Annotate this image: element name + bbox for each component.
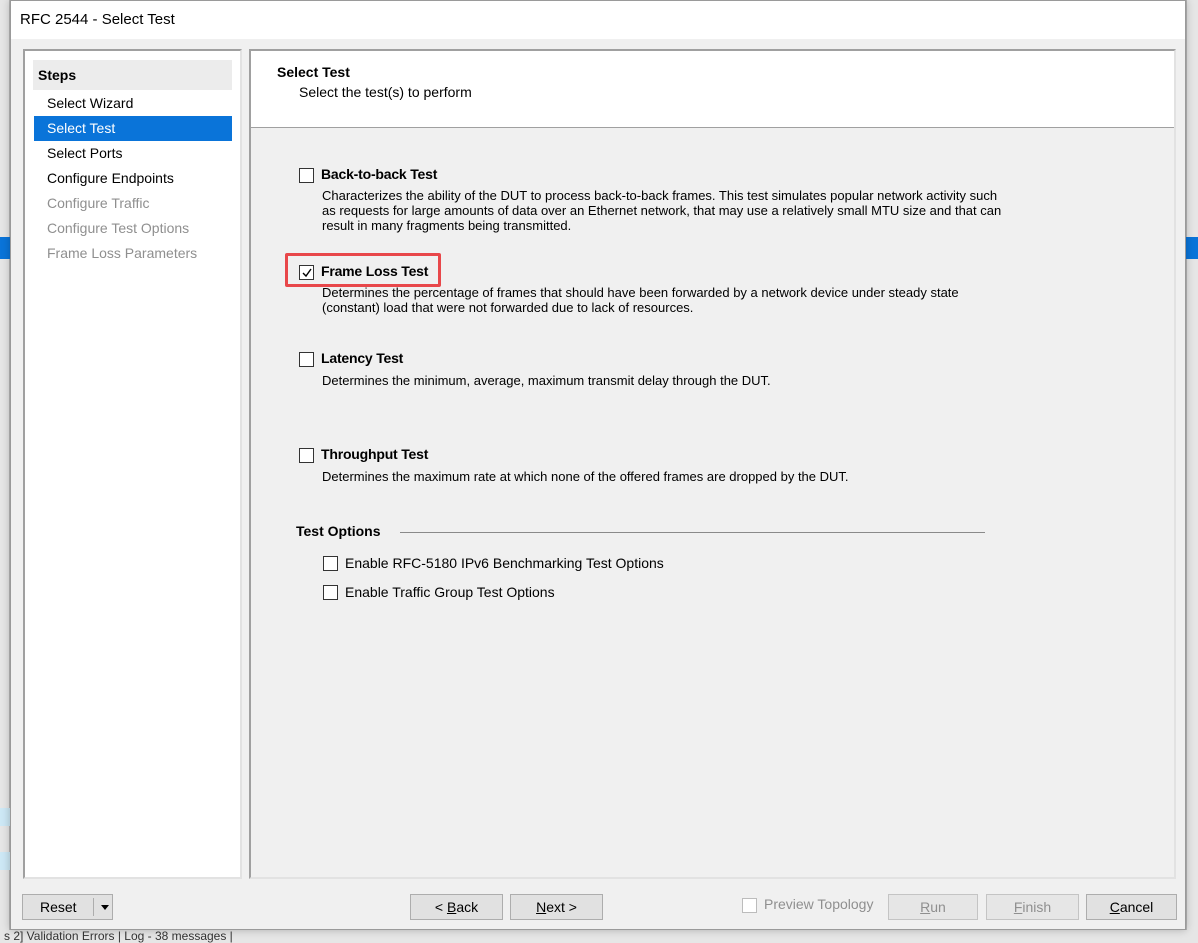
page-subtitle: Select the test(s) to perform [299,84,472,100]
checkmark-icon [302,268,312,278]
throughput-description: Determines the maximum rate at which non… [322,469,849,484]
background-status-bar: s 2] Validation Errors | Log - 38 messag… [0,930,1198,943]
traffic-group-checkbox[interactable] [323,585,338,600]
background-selected-row [0,237,10,259]
step-select-test[interactable]: Select Test [34,116,232,141]
step-configure-endpoints[interactable]: Configure Endpoints [34,166,232,191]
back-to-back-description: Characterizes the ability of the DUT to … [322,188,1002,233]
rfc2544-dialog: RFC 2544 - Select Test Steps Select Wiza… [10,0,1186,930]
reset-split-divider [93,898,94,916]
reset-split-button[interactable]: Reset [22,894,113,920]
step-select-ports[interactable]: Select Ports [34,141,232,166]
test-options-heading: Test Options [296,523,381,539]
chevron-down-icon[interactable] [101,905,109,910]
finish-button: Finish [986,894,1079,920]
background-highlight-row-2 [0,852,10,870]
back-to-back-label[interactable]: Back-to-back Test [321,166,437,182]
next-button[interactable]: Next > [510,894,603,920]
step-configure-traffic: Configure Traffic [47,195,150,211]
step-select-wizard[interactable]: Select Wizard [34,91,232,116]
latency-label[interactable]: Latency Test [321,350,403,366]
preview-topology-checkbox [742,898,757,913]
test-options-divider [400,532,985,533]
back-to-back-checkbox[interactable] [299,168,314,183]
page-title: Select Test [277,64,350,80]
back-button[interactable]: < Back [410,894,503,920]
cancel-button[interactable]: Cancel [1086,894,1177,920]
traffic-group-label[interactable]: Enable Traffic Group Test Options [345,584,555,600]
background-highlight-row [0,808,10,826]
background-right-edge [1186,0,1198,943]
preview-topology-label: Preview Topology [764,896,874,912]
run-button: Run [888,894,978,920]
reset-button-label[interactable]: Reset [40,899,77,915]
steps-panel: Steps Select Wizard Select Test Select P… [23,49,242,879]
step-frame-loss-parameters: Frame Loss Parameters [47,245,198,261]
steps-heading: Steps [33,60,232,90]
rfc5180-checkbox[interactable] [323,556,338,571]
throughput-label[interactable]: Throughput Test [321,446,428,462]
latency-description: Determines the minimum, average, maximum… [322,373,771,388]
step-configure-test-options: Configure Test Options [47,220,190,236]
background-selected-row-right [1186,237,1198,259]
window-title: RFC 2544 - Select Test [11,1,1185,39]
frame-loss-checkbox[interactable] [299,265,314,280]
frame-loss-label[interactable]: Frame Loss Test [321,263,428,279]
main-header: Select Test Select the test(s) to perfor… [251,51,1174,128]
main-panel: Select Test Select the test(s) to perfor… [249,49,1176,879]
latency-checkbox[interactable] [299,352,314,367]
frame-loss-description: Determines the percentage of frames that… [322,285,959,315]
rfc5180-label[interactable]: Enable RFC-5180 IPv6 Benchmarking Test O… [345,555,664,571]
background-left-edge [0,0,10,943]
throughput-checkbox[interactable] [299,448,314,463]
